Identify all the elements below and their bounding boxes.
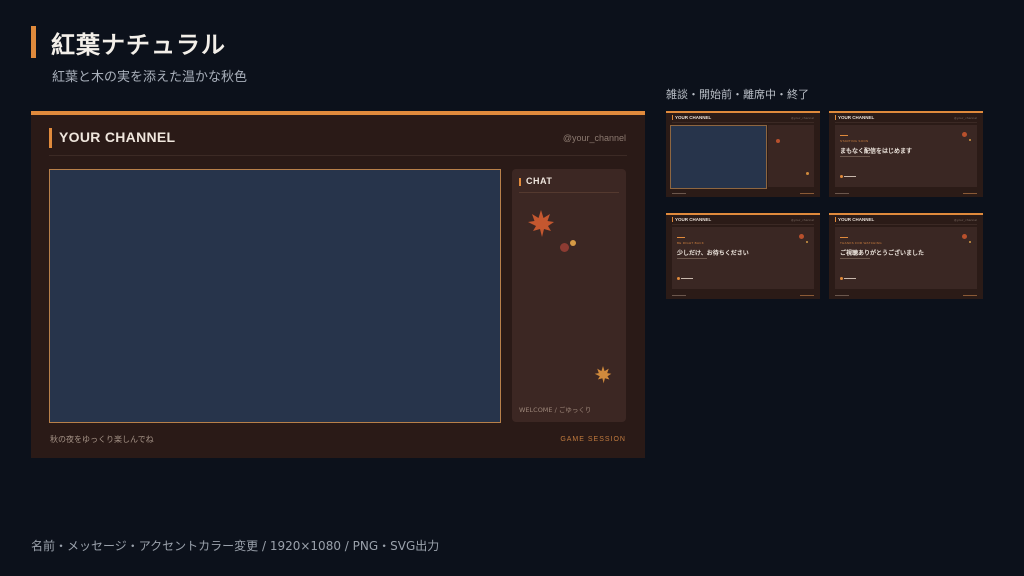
thumb-progress-line <box>844 278 856 279</box>
berry-icon <box>570 240 576 246</box>
thumb-channel-name: YOUR CHANNEL <box>835 217 874 222</box>
chat-welcome-text: WELCOME / ごゆっくり <box>519 406 592 414</box>
channel-handle: @your_channel <box>562 133 626 143</box>
overlay-preview[interactable]: YOUR CHANNEL @your_channel CHAT WELCOME … <box>31 111 645 458</box>
preview-accent-line <box>31 111 645 115</box>
thumb-subline <box>840 258 870 259</box>
chat-panel: CHAT WELCOME / ごゆっくり <box>512 169 626 422</box>
thumb-handle: @your_channel <box>953 218 977 222</box>
thumbnail-starting[interactable]: YOUR CHANNEL @your_channel STARTING SOON… <box>829 111 983 197</box>
thumb-divider <box>672 122 814 123</box>
maple-leaf-icon <box>776 139 780 143</box>
thumb-subline <box>840 156 870 157</box>
thumbnail-brb[interactable]: YOUR CHANNEL @your_channel BE RIGHT BACK… <box>666 213 820 299</box>
thumb-accent-line <box>666 111 820 113</box>
thumb-divider <box>672 224 814 225</box>
session-label: GAME SESSION <box>560 436 626 443</box>
channel-name: YOUR CHANNEL <box>59 129 176 145</box>
thumb-divider <box>835 224 977 225</box>
header-divider <box>49 155 627 156</box>
thumb-divider <box>835 122 977 123</box>
maple-leaf-icon <box>806 172 809 175</box>
thumb-subline <box>677 258 707 259</box>
thumb-footer-session <box>963 295 977 296</box>
thumb-handle: @your_channel <box>790 218 814 222</box>
berry-icon <box>806 241 808 243</box>
thumb-channel-name: YOUR CHANNEL <box>672 115 711 120</box>
maple-leaf-icon <box>799 234 804 239</box>
thumb-accent-line <box>666 213 820 215</box>
thumb-footer-caption <box>672 193 686 194</box>
maple-leaf-icon <box>594 366 612 384</box>
thumb-progress-line <box>681 278 693 279</box>
thumb-message-card: BE RIGHT BACK 少しだけ、お待ちください <box>672 227 814 289</box>
channel-accent-bar <box>49 128 52 148</box>
thumb-message: ご視聴ありがとうございました <box>840 250 925 257</box>
thumb-handle: @your_channel <box>790 116 814 120</box>
thumb-channel-name: YOUR CHANNEL <box>672 217 711 222</box>
thumb-chat-panel <box>768 125 814 187</box>
thumb-channel-name: YOUR CHANNEL <box>835 115 874 120</box>
chat-title: CHAT <box>526 176 553 186</box>
video-frame <box>49 169 501 423</box>
thumb-handle: @your_channel <box>953 116 977 120</box>
bottom-caption: 秋の夜をゆっくり楽しんでね <box>50 435 154 444</box>
thumb-footer-caption <box>835 193 849 194</box>
maple-leaf-icon <box>962 234 967 239</box>
thumb-footer-session <box>963 193 977 194</box>
thumb-message-card: THANKS FOR WATCHING ご視聴ありがとうございました <box>835 227 977 289</box>
feature-footer: 名前・メッセージ・アクセントカラー変更 / 1920×1080 / PNG・SV… <box>31 539 440 553</box>
maple-leaf-icon <box>528 210 554 237</box>
berry-icon <box>969 241 971 243</box>
thumb-progress-line <box>844 176 856 177</box>
thumb-message: 少しだけ、お待ちください <box>677 250 749 257</box>
thumbnails-label: 雑談・開始前・離席中・終了 <box>666 88 809 101</box>
thumb-accent-line <box>829 213 983 215</box>
thumb-tag: STARTING SOON <box>840 135 868 143</box>
thumbnail-ending[interactable]: YOUR CHANNEL @your_channel THANKS FOR WA… <box>829 213 983 299</box>
thumb-tag: THANKS FOR WATCHING <box>840 237 882 245</box>
berry-icon <box>677 277 680 280</box>
thumb-message-card: STARTING SOON まもなく配信をはじめます <box>835 125 977 187</box>
chat-accent-bar <box>519 178 521 186</box>
berry-icon <box>969 139 971 141</box>
berry-icon <box>840 175 843 178</box>
chat-divider <box>519 192 619 193</box>
page-title: 紅葉ナチュラル <box>51 31 226 59</box>
thumb-message: まもなく配信をはじめます <box>840 148 913 155</box>
thumb-footer-session <box>800 193 814 194</box>
maple-leaf-icon <box>962 132 967 137</box>
thumb-footer-caption <box>672 295 686 296</box>
thumb-footer-session <box>800 295 814 296</box>
berry-icon <box>560 243 569 252</box>
thumb-footer-caption <box>835 295 849 296</box>
berry-icon <box>840 277 843 280</box>
page-subtitle: 紅葉と木の実を添えた温かな秋色 <box>52 70 248 85</box>
thumb-accent-line <box>829 111 983 113</box>
thumb-tag: BE RIGHT BACK <box>677 237 704 245</box>
thumbnail-chat[interactable]: YOUR CHANNEL @your_channel <box>666 111 820 197</box>
title-accent-bar <box>31 26 36 58</box>
thumb-video-frame <box>670 125 767 189</box>
